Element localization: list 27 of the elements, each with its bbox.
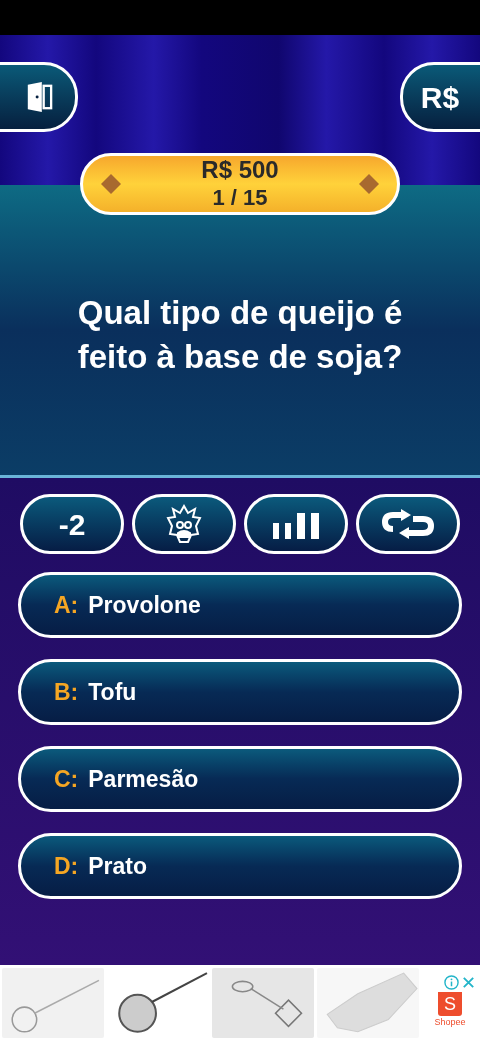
- prize-amount: R$ 500: [201, 156, 279, 184]
- answer-letter: C:: [54, 764, 79, 794]
- answer-letter: B:: [54, 677, 79, 707]
- answer-text: Provolone: [88, 590, 201, 620]
- answer-text: Prato: [88, 851, 148, 881]
- diamond-icon: [101, 174, 121, 194]
- answer-text: Parmesão: [88, 764, 199, 794]
- swap-arrows-icon: [381, 509, 435, 539]
- brand-name: Shopee: [434, 1016, 466, 1030]
- lifeline-button[interactable]: [132, 494, 236, 554]
- currency-button[interactable]: R$: [400, 62, 480, 132]
- answer-letter: A:: [54, 590, 79, 620]
- answer-option[interactable]: B: Tofu: [18, 659, 462, 725]
- answer-option[interactable]: A: Provolone: [18, 572, 462, 638]
- question-text: Qual tipo de queijo é feito à base de soja?: [76, 293, 404, 377]
- scientist-icon: [164, 504, 204, 544]
- exit-button[interactable]: [0, 62, 78, 132]
- answer-option[interactable]: D: Prato: [18, 833, 462, 899]
- remove-two-button[interactable]: -2: [20, 494, 124, 554]
- answer-letter: D:: [54, 851, 79, 881]
- answer-text: Tofu: [88, 677, 137, 707]
- diamond-icon: [359, 174, 379, 194]
- answer-option[interactable]: C: Parmesão: [18, 746, 462, 812]
- shopee-bag-logo: S: [438, 992, 462, 1017]
- door-icon: [25, 81, 53, 113]
- lifeline-button[interactable]: [244, 494, 348, 554]
- lifeline-button[interactable]: [356, 494, 460, 554]
